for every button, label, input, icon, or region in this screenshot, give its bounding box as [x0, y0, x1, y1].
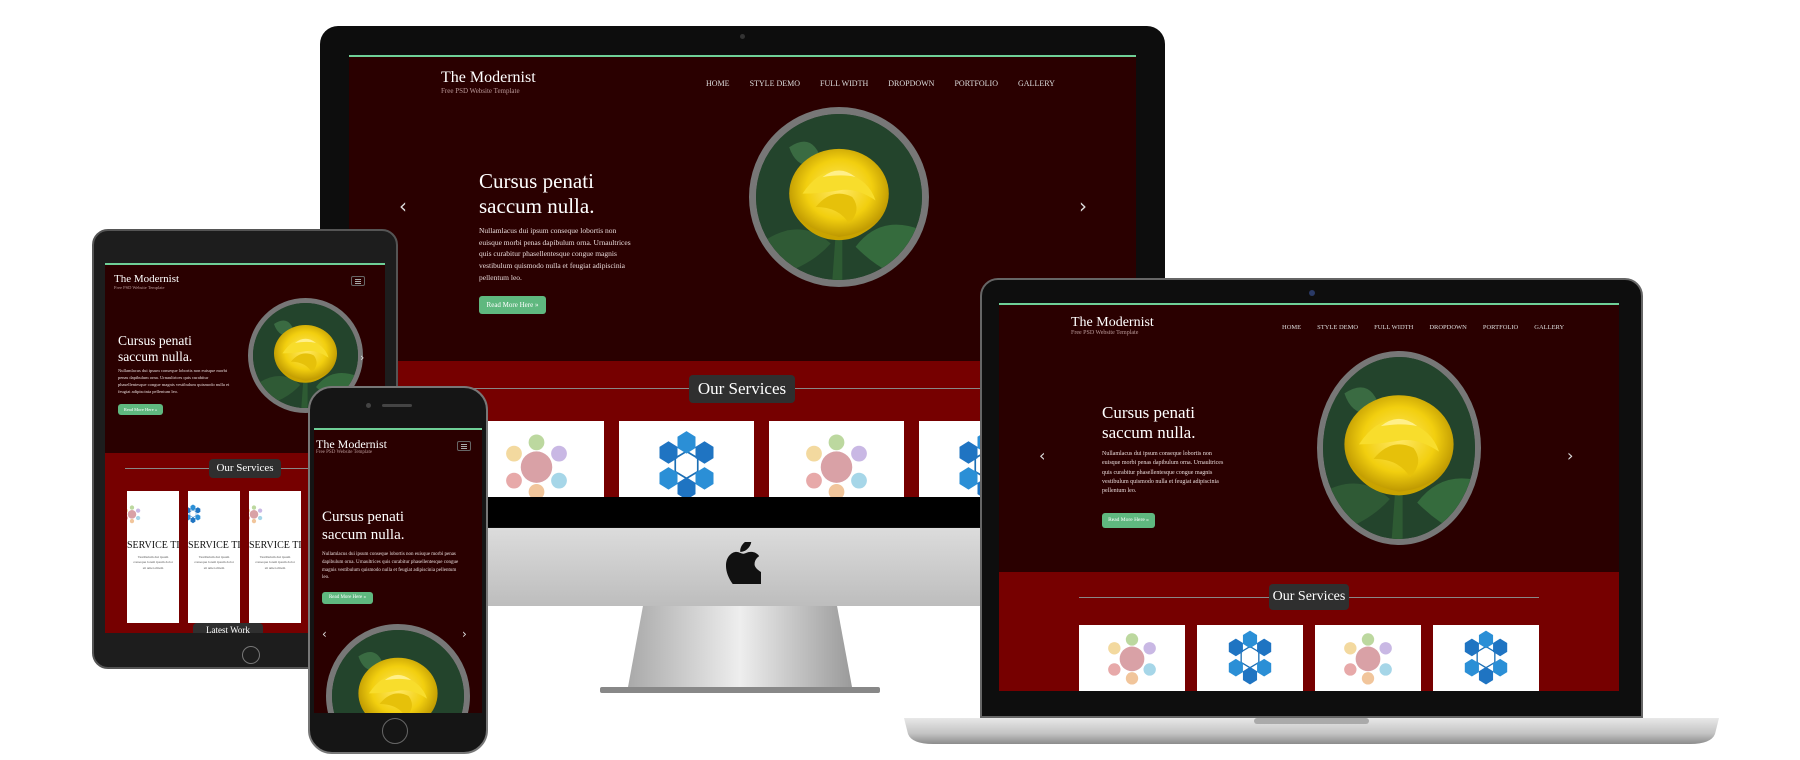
- latest-work-title: Latest Work: [193, 623, 263, 633]
- service-card[interactable]: [1433, 625, 1539, 691]
- site-tagline: Free PSD Website Template: [1071, 330, 1139, 336]
- slider-prev-arrow-icon[interactable]: ‹: [399, 194, 407, 218]
- service-card[interactable]: [1315, 625, 1421, 691]
- camera-icon: [1309, 290, 1315, 296]
- camera-icon: [366, 403, 371, 408]
- nav-full-width[interactable]: FULL WIDTH: [820, 79, 868, 88]
- slider-next-arrow-icon[interactable]: ›: [360, 351, 364, 364]
- service-card[interactable]: SERVICE TITLE Vestibulum dui ipsum conse…: [127, 491, 179, 623]
- hero-heading-line2: saccum nulla.: [479, 193, 595, 218]
- hero-text: Nullamlacus dui ipsum conseque lobortis …: [479, 226, 631, 282]
- read-more-button[interactable]: Read More Here »: [322, 592, 373, 604]
- hero-heading-line2: saccum nulla.: [1102, 423, 1196, 443]
- rose-image: [1317, 351, 1481, 545]
- main-nav: HOME STYLE DEMO FULL WIDTH DROPDOWN PORT…: [706, 79, 1055, 88]
- site-tagline: Free PSD Website Template: [316, 450, 373, 455]
- accent-line: [314, 428, 482, 430]
- hero-text: Nullamlacus dui ipsum conseque lobortis …: [118, 368, 230, 394]
- service-card[interactable]: SERVICE TITLE Vestibulum dui ipsum conse…: [249, 491, 301, 623]
- accent-line: [999, 303, 1619, 305]
- site-logo[interactable]: The Modernist: [1071, 315, 1154, 331]
- services-title: Our Services: [1269, 584, 1349, 610]
- site-logo[interactable]: The Modernist: [114, 273, 179, 285]
- accent-line: [349, 55, 1136, 57]
- hero-heading: Cursus penati saccum nulla.: [479, 169, 594, 219]
- home-button-icon[interactable]: [242, 646, 260, 664]
- slider-next-arrow-icon[interactable]: ›: [1079, 194, 1087, 218]
- rose-image: [326, 624, 470, 713]
- nav-home[interactable]: HOME: [1282, 324, 1301, 331]
- nav-style-demo[interactable]: STYLE DEMO: [1317, 324, 1358, 331]
- camera-icon: [740, 34, 745, 39]
- rose-image: [749, 107, 929, 287]
- slider-next-arrow-icon[interactable]: ›: [1567, 446, 1573, 465]
- service-card-title: SERVICE TITLE: [127, 540, 179, 551]
- nav-gallery[interactable]: GALLERY: [1534, 324, 1564, 331]
- hero-text: Nullamlacus dui ipsum conseque lobortis …: [1102, 451, 1224, 495]
- nav-dropdown[interactable]: DROPDOWN: [888, 79, 934, 88]
- nav-style-demo[interactable]: STYLE DEMO: [750, 79, 800, 88]
- hero-heading: Cursus penati saccum nulla.: [322, 509, 404, 544]
- laptop-base: [904, 718, 1719, 744]
- service-card-text: Vestibulum dui ipsum conseque lorem ipsu…: [194, 555, 234, 570]
- hero-heading: Cursus penati saccum nulla.: [1102, 403, 1195, 443]
- service-card-text: Vestibulum dui ipsum conseque lorem ipsu…: [133, 555, 173, 570]
- hero-text: Nullamlacus dui ipsum conseque lobortis …: [322, 552, 459, 581]
- hero-heading-line2: saccum nulla.: [322, 526, 405, 543]
- read-more-button[interactable]: Read More Here »: [118, 404, 163, 415]
- services-section: Our Services: [999, 572, 1619, 691]
- slider-prev-arrow-icon[interactable]: ‹: [322, 627, 327, 641]
- nav-full-width[interactable]: FULL WIDTH: [1374, 324, 1413, 331]
- service-card-title: SERVICE TITLE: [249, 540, 301, 551]
- service-card-text: Vestibulum dui ipsum conseque lorem ipsu…: [255, 555, 295, 570]
- site-tagline: Free PSD Website Template: [441, 87, 520, 95]
- service-card[interactable]: SERVICE TITLE Vestibulum dui ipsum conse…: [188, 491, 240, 623]
- nav-portfolio[interactable]: PORTFOLIO: [1483, 324, 1518, 331]
- home-button-icon[interactable]: [382, 718, 408, 744]
- menu-icon[interactable]: [351, 276, 365, 286]
- imac-stand: [600, 595, 880, 693]
- site-tagline: Free PSD Website Template: [114, 285, 165, 290]
- service-card[interactable]: [1079, 625, 1185, 691]
- services-title: Our Services: [209, 459, 281, 478]
- nav-gallery[interactable]: GALLERY: [1018, 79, 1055, 88]
- accent-line: [105, 263, 385, 265]
- read-more-button[interactable]: Read More Here »: [1102, 513, 1155, 528]
- laptop-website: The Modernist Free PSD Website Template …: [999, 303, 1619, 691]
- service-card-title: SERVICE TITLE: [188, 540, 240, 551]
- hero-heading-line1: Cursus penati: [118, 333, 192, 348]
- apple-logo-icon: [725, 542, 761, 584]
- hero-heading-line1: Cursus penati: [479, 169, 594, 193]
- menu-icon[interactable]: [457, 441, 471, 451]
- hero-heading-line1: Cursus penati: [1102, 403, 1196, 422]
- main-nav: HOME STYLE DEMO FULL WIDTH DROPDOWN PORT…: [1282, 324, 1564, 331]
- slider-prev-arrow-icon[interactable]: ‹: [1039, 446, 1045, 465]
- nav-portfolio[interactable]: PORTFOLIO: [954, 79, 998, 88]
- hero-heading-line2: saccum nulla.: [118, 348, 193, 364]
- nav-dropdown[interactable]: DROPDOWN: [1429, 324, 1467, 331]
- services-title: Our Services: [689, 375, 795, 403]
- service-card[interactable]: [1197, 625, 1303, 691]
- speaker-icon: [382, 404, 412, 407]
- hero-heading: Cursus penati saccum nulla.: [118, 333, 192, 365]
- nav-home[interactable]: HOME: [706, 79, 730, 88]
- site-logo[interactable]: The Modernist: [441, 69, 536, 87]
- hero-heading-line1: Cursus penati: [322, 509, 405, 525]
- read-more-button[interactable]: Read More Here »: [479, 296, 546, 314]
- slider-next-arrow-icon[interactable]: ›: [462, 627, 467, 641]
- phone-website: The Modernist Free PSD Website Template …: [314, 428, 482, 713]
